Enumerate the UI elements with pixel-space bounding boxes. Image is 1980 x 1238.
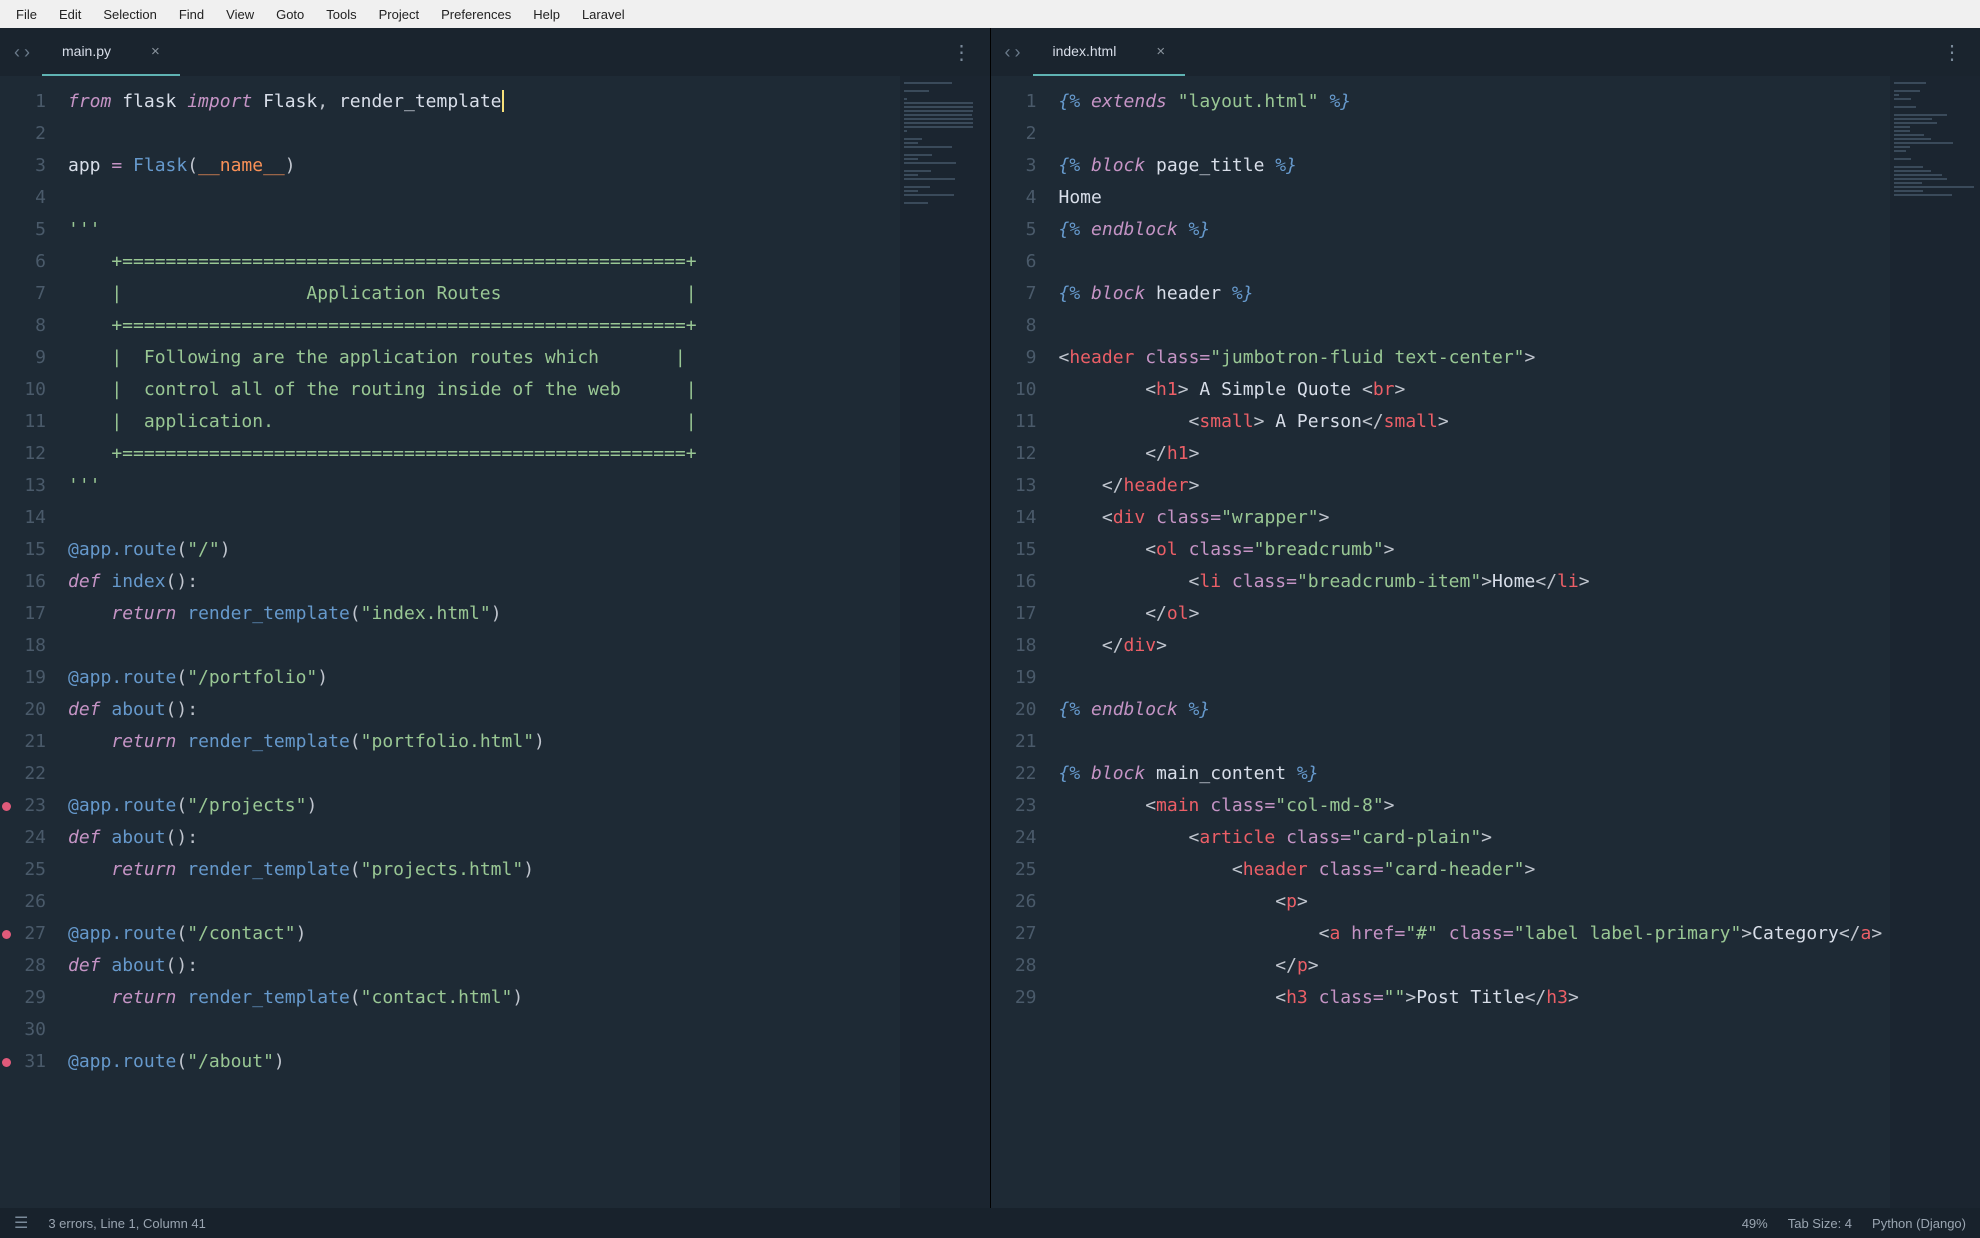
- more-icon[interactable]: ⋮: [1932, 40, 1972, 65]
- menu-laravel[interactable]: Laravel: [572, 4, 635, 25]
- menu-selection[interactable]: Selection: [93, 4, 166, 25]
- status-errors[interactable]: 3 errors, Line 1, Column 41: [48, 1216, 206, 1231]
- status-zoom[interactable]: 49%: [1742, 1216, 1768, 1231]
- tab-label: index.html: [1053, 43, 1117, 59]
- menu-project[interactable]: Project: [369, 4, 429, 25]
- gutter-right[interactable]: 1234567891011121314151617181920212223242…: [991, 76, 1051, 1208]
- minimap-left[interactable]: [900, 76, 990, 1208]
- status-syntax[interactable]: Python (Django): [1872, 1216, 1966, 1231]
- more-icon[interactable]: ⋮: [942, 40, 982, 65]
- menu-edit[interactable]: Edit: [49, 4, 91, 25]
- gutter-left[interactable]: 1234567891011121314151617181920212223242…: [0, 76, 60, 1208]
- editor-left[interactable]: 1234567891011121314151617181920212223242…: [0, 76, 990, 1208]
- close-icon[interactable]: ×: [1156, 43, 1165, 60]
- menu-help[interactable]: Help: [523, 4, 570, 25]
- minimap-right[interactable]: [1890, 76, 1980, 1208]
- code-right[interactable]: {% extends "layout.html" %} {% block pag…: [1051, 76, 1891, 1208]
- close-icon[interactable]: ×: [151, 43, 160, 60]
- tab-label: main.py: [62, 43, 111, 59]
- menu-find[interactable]: Find: [169, 4, 214, 25]
- pane-right: ‹ › index.html × ⋮ 123456789101112131415…: [991, 28, 1980, 1208]
- menubar: FileEditSelectionFindViewGotoToolsProjec…: [0, 0, 1980, 28]
- statusbar: ☰ 3 errors, Line 1, Column 41 49% Tab Si…: [0, 1208, 1980, 1238]
- menu-goto[interactable]: Goto: [266, 4, 314, 25]
- nav-forward-icon[interactable]: ›: [1015, 42, 1021, 63]
- menu-preferences[interactable]: Preferences: [431, 4, 521, 25]
- nav-arrows-right: ‹ ›: [999, 42, 1033, 63]
- pane-left: ‹ › main.py × ⋮ 123456789101112131415161…: [0, 28, 991, 1208]
- editor-right[interactable]: 1234567891011121314151617181920212223242…: [991, 76, 1980, 1208]
- status-tab-size[interactable]: Tab Size: 4: [1788, 1216, 1852, 1231]
- nav-forward-icon[interactable]: ›: [24, 42, 30, 63]
- nav-back-icon[interactable]: ‹: [1005, 42, 1011, 63]
- editor-panes: ‹ › main.py × ⋮ 123456789101112131415161…: [0, 28, 1980, 1208]
- hamburger-icon[interactable]: ☰: [14, 1213, 28, 1233]
- tab-index-html[interactable]: index.html ×: [1033, 28, 1186, 76]
- code-left[interactable]: from flask import Flask, render_template…: [60, 76, 900, 1208]
- tabbar-right: ‹ › index.html × ⋮: [991, 28, 1980, 76]
- tab-main-py[interactable]: main.py ×: [42, 28, 180, 76]
- menu-file[interactable]: File: [6, 4, 47, 25]
- tabbar-left: ‹ › main.py × ⋮: [0, 28, 990, 76]
- menu-view[interactable]: View: [216, 4, 264, 25]
- menu-tools[interactable]: Tools: [316, 4, 366, 25]
- nav-arrows-left: ‹ ›: [8, 42, 42, 63]
- nav-back-icon[interactable]: ‹: [14, 42, 20, 63]
